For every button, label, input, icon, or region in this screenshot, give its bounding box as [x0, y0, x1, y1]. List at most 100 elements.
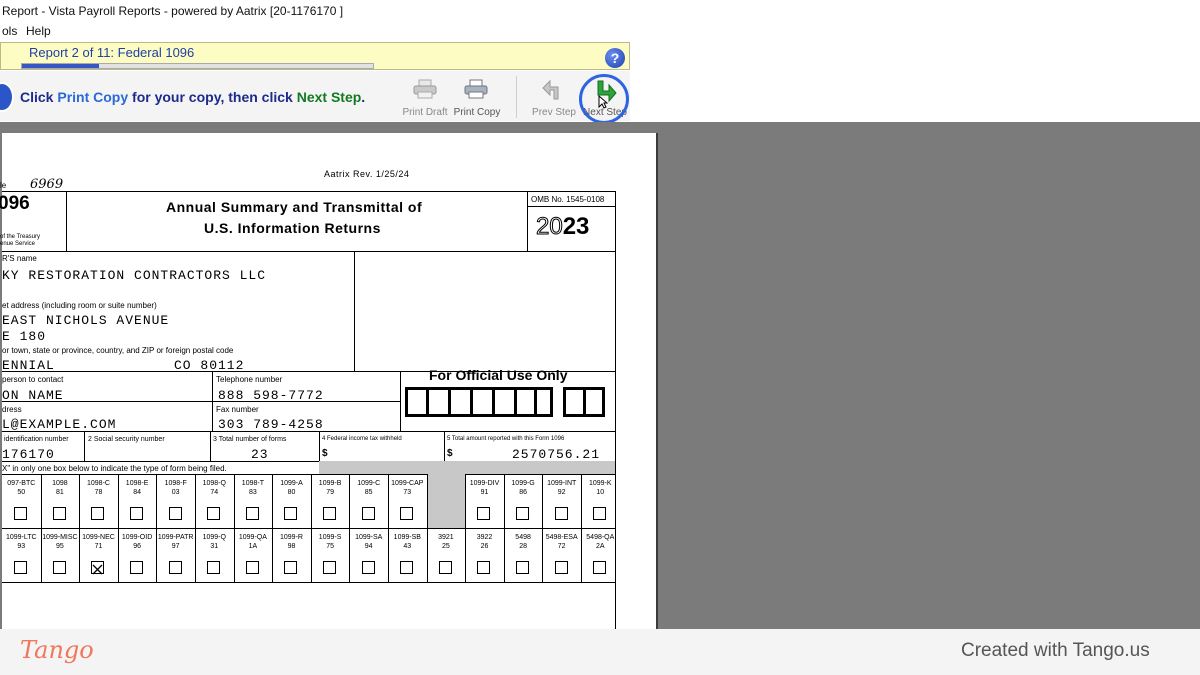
contact-label: person to contact: [2, 375, 64, 384]
menu-item-help[interactable]: Help: [26, 22, 51, 40]
form-type-checkbox[interactable]: [207, 561, 221, 574]
form-type-cell: 1099-CAP 73: [388, 474, 427, 528]
grid-divider: [388, 528, 389, 582]
form-type-checkbox[interactable]: [130, 561, 144, 574]
form-type-cell: 1098-C 78: [79, 474, 118, 528]
form-type-checkbox[interactable]: [284, 507, 298, 520]
print-copy-label: Print Copy: [453, 107, 501, 118]
form-type-checkbox[interactable]: [323, 561, 337, 574]
form-type-checkbox[interactable]: [130, 507, 144, 520]
form-type-code: 86: [519, 489, 527, 496]
form-type-label: 1099-C: [357, 480, 381, 487]
help-icon[interactable]: ?: [605, 48, 625, 68]
form-type-cell: 1099-K 10: [581, 474, 620, 528]
fax: 303 789-4258: [218, 417, 324, 432]
form-type-cell: 1099-G 86: [504, 474, 543, 528]
form-type-checkbox[interactable]: [14, 561, 28, 574]
form-type-label: 1098-E: [125, 480, 149, 487]
box4-label: 4 Federal income tax withheld: [322, 436, 402, 442]
form-type-cell: 1099-DIV 91: [465, 474, 504, 528]
form-type-checkbox[interactable]: [516, 561, 530, 574]
grid-divider: [465, 474, 467, 528]
form-type-checkbox[interactable]: [207, 507, 221, 520]
form-type-label: 1099-DIV: [469, 480, 500, 487]
form-type-code: 73: [403, 489, 412, 496]
form-type-code: 75: [326, 543, 334, 550]
form-type-checkbox[interactable]: [91, 507, 105, 520]
form-type-cell: 5498 28: [504, 528, 543, 582]
form-type-checkbox[interactable]: [52, 507, 66, 520]
grid-divider: [272, 474, 274, 528]
form-type-checkbox[interactable]: [400, 561, 414, 574]
prev-step-label: Prev Step: [532, 107, 576, 118]
form-title-line-2: U.S. Information Returns: [204, 220, 381, 236]
form-type-checkbox[interactable]: [284, 561, 298, 574]
form-type-code: 78: [94, 489, 103, 496]
email-label: dress: [2, 405, 22, 414]
menu-item-tools[interactable]: ols: [2, 22, 17, 40]
grid-row-divider: [2, 528, 616, 529]
form-type-cell: 1099-B 79: [311, 474, 350, 528]
form-type-checkbox[interactable]: [554, 561, 568, 574]
tango-logo: Tango: [20, 636, 94, 664]
form-type-checkbox[interactable]: [91, 561, 105, 575]
form-type-checkbox[interactable]: [245, 561, 259, 574]
form-type-checkbox[interactable]: [593, 507, 607, 520]
form-type-label: 3922: [476, 534, 493, 541]
form-type-checkbox[interactable]: [400, 507, 414, 520]
created-with-text: Created with Tango.us: [961, 640, 1150, 661]
form-type-cell: 3921 25: [427, 528, 466, 582]
form-type-checkbox[interactable]: [593, 561, 607, 574]
form-type-checkbox[interactable]: [477, 507, 491, 520]
window-titlebar: Report - Vista Payroll Reports - powered…: [0, 0, 1200, 22]
form-type-checkbox[interactable]: [554, 507, 568, 520]
grid-divider: [40, 474, 42, 528]
form-type-code: 03: [171, 489, 180, 496]
print-draft-button[interactable]: Print Draft: [400, 73, 450, 121]
next-step-highlight: [579, 74, 629, 124]
print-copy-button[interactable]: Print Copy: [451, 73, 503, 121]
form-type-cell: 1099-PATR 97: [156, 528, 195, 582]
form-type-checkbox[interactable]: [361, 507, 375, 520]
form-type-checkbox[interactable]: [168, 507, 182, 520]
box1-value: 176170: [2, 447, 55, 462]
form-type-checkbox[interactable]: [245, 507, 259, 520]
form-type-checkbox[interactable]: [361, 561, 375, 574]
form-type-label: 3921: [438, 534, 454, 541]
prev-step-button[interactable]: Prev Step: [530, 73, 578, 121]
form-type-label: 1099-G: [511, 480, 535, 487]
form-type-cell: 1098 81: [41, 474, 80, 528]
form-type-label: 1099-OID: [121, 534, 153, 541]
form-type-code: 31: [210, 543, 219, 550]
grid-divider: [156, 528, 158, 582]
form-type-code: 85: [364, 489, 373, 496]
form-type-label: 1099-NEC: [82, 534, 115, 541]
form-type-label: 1099-LTC: [5, 534, 37, 541]
form-type-checkbox[interactable]: [516, 507, 530, 520]
form-type-checkbox[interactable]: [477, 561, 491, 574]
grid-divider: [581, 474, 582, 528]
grid-divider: [349, 474, 351, 528]
form-type-checkbox[interactable]: [52, 561, 66, 574]
form-type-code: 92: [557, 489, 566, 496]
form-type-label: 1099-K: [589, 480, 612, 487]
form-type-cell: 1099-OID 96: [118, 528, 157, 582]
form-1096-page: Aatrix Rev. 1/25/24 le 6969 096 of the T…: [0, 133, 658, 629]
toolbar-separator: [516, 76, 517, 118]
menu-bar: ols Help: [0, 22, 1200, 40]
form-type-cell: 097-BTC 50: [2, 474, 41, 528]
form-type-checkbox[interactable]: [168, 561, 182, 574]
form-type-checkbox[interactable]: [14, 507, 28, 520]
form-type-label: 1099-INT: [547, 480, 577, 487]
form-type-checkbox[interactable]: [438, 561, 452, 574]
form-type-cell: [426, 474, 466, 528]
instruction-text: Click Print Copy for your copy, then cli…: [20, 89, 366, 105]
form-type-code: 93: [17, 543, 26, 550]
form-type-cell: 1098-E 84: [118, 474, 157, 528]
omb-number: OMB No. 1545-0108: [531, 195, 605, 204]
form-type-checkbox[interactable]: [323, 507, 337, 520]
form-type-code: 10: [596, 489, 605, 496]
box1-label: identification number: [4, 436, 69, 443]
form-type-code: 25: [441, 543, 450, 550]
dept-line-1: of the Treasury: [0, 234, 41, 240]
